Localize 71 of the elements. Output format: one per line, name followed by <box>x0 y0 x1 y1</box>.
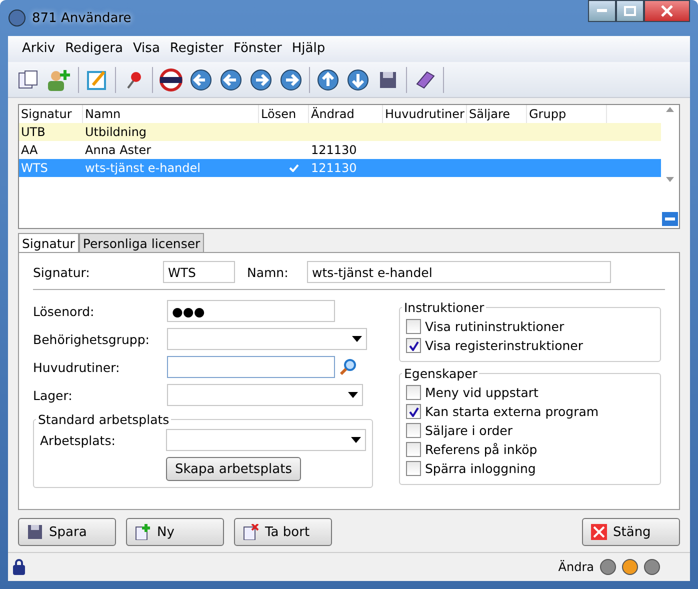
table-cell-text: 121130 <box>310 143 358 158</box>
dropdown-caret-icon <box>352 336 362 342</box>
new-button[interactable]: Ny <box>126 518 224 546</box>
checkbox-label: Visa rutininstruktioner <box>425 319 564 334</box>
checkbox[interactable] <box>406 338 421 354</box>
menu-item[interactable]: Visa <box>132 41 160 56</box>
group-title: Egenskaper <box>403 366 478 382</box>
lock-icon <box>12 559 26 576</box>
maximize-button[interactable] <box>616 0 644 22</box>
field-label: Huvudrutiner: <box>33 360 121 375</box>
menu-item[interactable]: Arkiv <box>22 41 56 56</box>
minimize-icon <box>597 9 607 13</box>
table-cell-text: AA <box>20 143 39 158</box>
dropdown-caret-icon <box>351 437 361 444</box>
scroll-up-icon[interactable] <box>666 107 674 112</box>
checkbox[interactable] <box>406 461 421 476</box>
checkbox[interactable] <box>406 423 421 438</box>
table-row[interactable]: UTB Utbildning <box>19 123 661 142</box>
checkbox-label: Spärra inloggning <box>425 461 536 476</box>
create-workplace-button[interactable]: Skapa arbetsplats <box>166 457 301 482</box>
group-title: Instruktioner <box>403 300 486 316</box>
close-icon <box>591 524 607 540</box>
field-label: Lösenord: <box>33 304 96 319</box>
name-field[interactable]: wts-tjänst e-handel <box>307 261 611 284</box>
tab[interactable]: Personliga licenser <box>78 233 204 254</box>
delete-button[interactable]: Ta bort <box>234 518 332 546</box>
checkbox-label: Referens på inköp <box>425 442 538 458</box>
close-button[interactable] <box>644 0 690 22</box>
menu-item[interactable]: Fönster <box>233 41 282 56</box>
save-button[interactable]: Spara <box>18 518 116 546</box>
checkbox[interactable] <box>406 442 421 458</box>
table-cell-text: WTS <box>20 161 49 176</box>
checkbox[interactable] <box>406 385 421 400</box>
tab[interactable]: Signatur <box>18 233 79 254</box>
delete-document-icon <box>243 524 259 540</box>
field-label: Signatur: <box>33 264 91 280</box>
table-cell-text: 121130 <box>310 161 358 176</box>
table-cell-text: Anna Aster <box>84 143 152 158</box>
password-field[interactable]: ●●● <box>167 300 335 322</box>
scroll-down-icon[interactable] <box>666 177 674 182</box>
menu-item[interactable]: Hjälp <box>292 41 326 56</box>
dropdown-caret-icon <box>348 392 358 398</box>
field-label: Behörighetsgrupp: <box>33 332 150 347</box>
close-window-button[interactable]: Stäng <box>582 518 680 546</box>
checkbox-label: Kan starta externa program <box>425 404 599 420</box>
close-icon <box>661 5 673 17</box>
checkbox[interactable] <box>406 319 421 334</box>
app-icon <box>8 9 26 27</box>
table-cell-text: wts-tjänst e-handel <box>84 161 202 176</box>
window-title: 871 Användare <box>32 10 132 26</box>
mode-label: Ändra <box>558 560 594 574</box>
checkbox-label: Visa registerinstruktioner <box>425 338 583 354</box>
checkbox-label: Meny vid uppstart <box>425 385 538 400</box>
signature-field[interactable]: WTS <box>163 261 235 284</box>
add-user-icon[interactable] <box>46 68 72 92</box>
checkbox[interactable] <box>406 404 421 420</box>
menu-item[interactable]: Register <box>170 41 224 56</box>
routines-field[interactable] <box>167 356 335 378</box>
field-label: Arbetsplats: <box>40 432 116 448</box>
minimize-button[interactable] <box>588 0 616 22</box>
maximize-icon <box>624 6 636 16</box>
checkbox-label: Säljare i order <box>425 423 513 438</box>
field-label: Namn: <box>247 264 290 280</box>
menu-item[interactable]: Redigera <box>65 41 123 56</box>
search-icon[interactable] <box>339 358 357 376</box>
field-label: Lager: <box>33 388 74 403</box>
table-cell-text: Utbildning <box>84 125 148 140</box>
new-document-icon <box>135 524 151 540</box>
table-cell-text: UTB <box>20 125 46 140</box>
group-title: Standard arbetsplats <box>37 412 170 428</box>
save-icon <box>27 524 43 540</box>
